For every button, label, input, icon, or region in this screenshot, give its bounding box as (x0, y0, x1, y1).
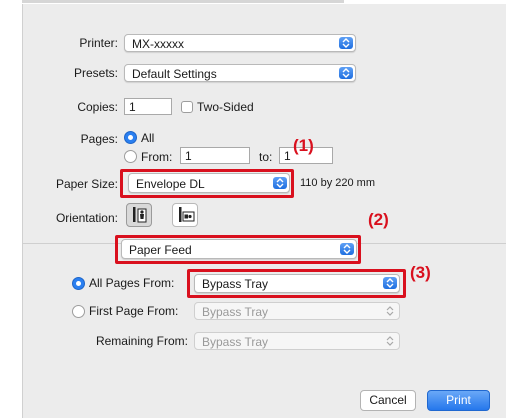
callout-3: (3) (410, 263, 431, 282)
pages-from-value: 1 (185, 149, 192, 163)
landscape-icon (179, 207, 195, 222)
copies-value: 1 (129, 100, 136, 114)
pages-all-label: All (141, 131, 155, 145)
first-page-from-radio[interactable] (72, 305, 85, 318)
all-pages-from-radio[interactable] (72, 277, 85, 290)
dialog-top-edge (22, 0, 344, 3)
paper-size-label: Paper Size: (55, 177, 118, 191)
callout-2: (2) (368, 210, 389, 229)
presets-popup[interactable]: Default Settings (124, 64, 356, 82)
cancel-button[interactable]: Cancel (360, 390, 416, 411)
all-pages-from-label: All Pages From: (89, 276, 175, 290)
print-button[interactable]: Print (427, 390, 490, 411)
printer-label: Printer: (79, 36, 118, 50)
remaining-from-label: Remaining From: (95, 334, 188, 348)
popup-arrows-icon (339, 37, 353, 49)
pages-all-radio[interactable] (124, 131, 137, 144)
first-page-from-label: First Page From: (89, 304, 179, 318)
popup-arrows-icon (383, 305, 397, 317)
pages-from-label: From: (141, 150, 173, 164)
popup-arrows-icon (383, 335, 397, 347)
printer-value: MX-xxxxx (132, 37, 184, 51)
callout-1: (1) (293, 136, 314, 155)
pages-to-label: to: (259, 150, 273, 164)
landscape-orientation-button[interactable] (172, 203, 198, 227)
paper-size-dimensions: 110 by 220 mm (300, 177, 376, 189)
pages-from-field[interactable]: 1 (180, 147, 250, 164)
first-page-from-value: Bypass Tray (202, 305, 269, 319)
portrait-icon (133, 207, 147, 223)
printer-popup[interactable]: MX-xxxxx (124, 34, 356, 52)
orientation-label: Orientation: (55, 211, 118, 225)
pages-label: Pages: (80, 132, 118, 146)
remaining-from-popup[interactable]: Bypass Tray (194, 332, 400, 350)
portrait-orientation-button[interactable] (126, 203, 152, 227)
highlight-paper-size (120, 169, 294, 198)
highlight-all-pages-from (187, 269, 406, 298)
copies-label: Copies: (77, 100, 118, 114)
presets-value: Default Settings (132, 67, 217, 81)
first-page-from-popup[interactable]: Bypass Tray (194, 302, 400, 320)
popup-arrows-icon (339, 67, 353, 79)
two-sided-label: Two-Sided (197, 100, 254, 114)
pages-to-value: 1 (284, 149, 291, 163)
highlight-section-popup (115, 235, 361, 264)
copies-field[interactable]: 1 (124, 98, 172, 115)
pages-from-radio[interactable] (124, 150, 137, 163)
presets-label: Presets: (73, 66, 118, 80)
two-sided-checkbox[interactable] (181, 101, 193, 113)
remaining-from-value: Bypass Tray (202, 335, 269, 349)
